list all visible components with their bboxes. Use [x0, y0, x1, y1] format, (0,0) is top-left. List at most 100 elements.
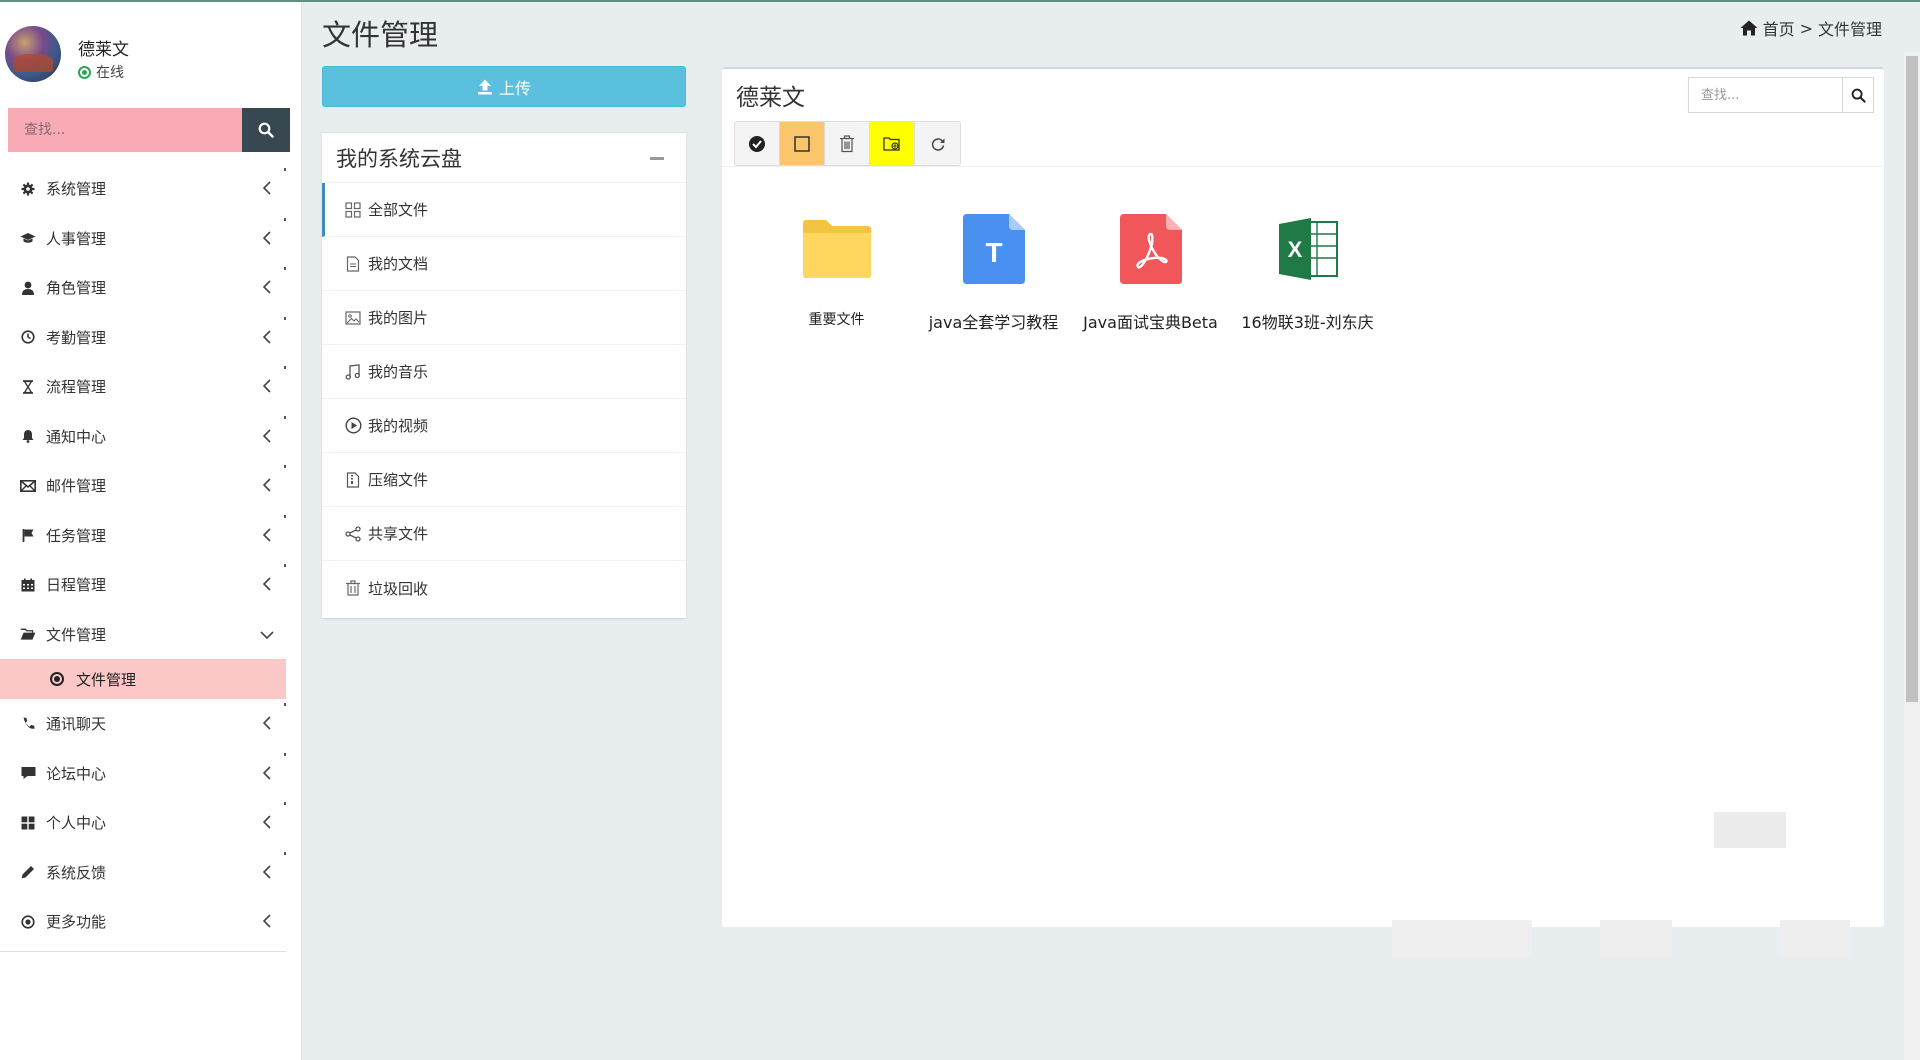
graduation-cap-icon [20, 230, 36, 246]
chevron-left-icon [262, 329, 271, 344]
page-title: 文件管理 [322, 18, 439, 52]
divider-tick [284, 168, 286, 171]
pixelation-artifact [1714, 812, 1786, 848]
divider-tick [284, 564, 286, 567]
sidebar-search-button[interactable] [242, 108, 290, 152]
chevron-left-icon [262, 181, 271, 195]
select-all-button[interactable] [735, 122, 780, 165]
avatar[interactable] [5, 26, 61, 82]
file-item[interactable]: T java全套学习教程 [915, 209, 1072, 333]
breadcrumb-separator: > [1799, 18, 1813, 38]
file-browser-title: 德莱文 [736, 85, 805, 111]
sidebar-item-label: 角色管理 [46, 279, 107, 298]
file-item[interactable]: Java面试宝典Beta [1072, 209, 1229, 333]
refresh-button[interactable] [915, 122, 960, 165]
folder-item-music[interactable]: 我的音乐 [322, 345, 686, 399]
folder-icon [797, 209, 877, 289]
sidebar-item-forum[interactable]: 论坛中心 [0, 749, 286, 799]
folder-item-label: 我的文档 [368, 255, 429, 273]
gear-icon [20, 181, 36, 197]
folder-item-label: 我的音乐 [368, 363, 429, 381]
folder-item-label: 压缩文件 [368, 471, 429, 489]
sidebar-item-hr[interactable]: 人事管理 [0, 214, 286, 264]
sidebar-item-more[interactable]: 更多功能 [0, 897, 286, 947]
search-icon [258, 122, 274, 138]
home-icon[interactable] [1740, 20, 1758, 36]
sidebar-item-mail[interactable]: 邮件管理 [0, 461, 286, 511]
bell-icon [20, 428, 36, 444]
chevron-left-icon [262, 716, 271, 730]
sidebar-item-feedback[interactable]: 系统反馈 [0, 848, 286, 898]
cloud-drive-panel: 我的系统云盘 全部文件 我的文档 我的图片 我的音乐 我的视频 压缩文件 共享文… [322, 132, 686, 618]
chevron-down-icon [260, 630, 274, 639]
music-icon [344, 363, 362, 381]
upload-button[interactable]: 上传 [322, 66, 686, 107]
sidebar-item-label: 人事管理 [46, 229, 107, 248]
sidebar-item-tasks[interactable]: 任务管理 [0, 511, 286, 561]
delete-button[interactable] [825, 122, 870, 165]
file-toolbar [734, 121, 961, 166]
chevron-left-icon [262, 428, 271, 443]
file-item[interactable]: X 16物联3班-刘东庆 [1229, 209, 1386, 333]
sidebar-item-label: 通讯聊天 [46, 715, 107, 734]
sidebar-item-profile[interactable]: 个人中心 [0, 798, 286, 848]
sidebar-item-notifications[interactable]: 通知中心 [0, 412, 286, 462]
divider-tick [284, 465, 286, 468]
sidebar-subitem-file-management[interactable]: 文件管理 [0, 659, 286, 699]
zip-icon [344, 471, 362, 489]
file-grid: 重要文件 T java全套学习教程 Java面试宝典Beta X 16物联3班-… [758, 209, 1386, 333]
user-panel: 德莱文 在线 [0, 2, 302, 94]
text-document-icon: T [954, 209, 1034, 289]
file-search-input[interactable] [1688, 77, 1842, 113]
sidebar-item-label: 论坛中心 [46, 764, 107, 783]
grid-icon [20, 815, 36, 831]
envelope-icon [20, 478, 36, 494]
sidebar-item-schedule[interactable]: 日程管理 [0, 560, 286, 610]
folder-item-archives[interactable]: 压缩文件 [322, 453, 686, 507]
file-item[interactable]: 重要文件 [758, 209, 915, 333]
sidebar-search-input[interactable] [8, 108, 242, 152]
phone-icon [20, 716, 36, 732]
folder-item-label: 我的图片 [368, 309, 429, 327]
sidebar-item-label: 任务管理 [46, 526, 107, 545]
file-toolbar-row [722, 121, 1884, 167]
sidebar-item-roles[interactable]: 角色管理 [0, 263, 286, 313]
folder-item-videos[interactable]: 我的视频 [322, 399, 686, 453]
upload-button-label: 上传 [498, 80, 531, 98]
page-scrollbar[interactable] [1904, 52, 1920, 1060]
folder-item-documents[interactable]: 我的文档 [322, 237, 686, 291]
folder-item-images[interactable]: 我的图片 [322, 291, 686, 345]
check-circle-icon [749, 135, 765, 152]
online-status-icon [78, 65, 91, 79]
trash-icon [344, 579, 362, 597]
scrollbar-thumb[interactable] [1906, 56, 1918, 702]
folder-item-label: 共享文件 [368, 525, 429, 543]
new-folder-button[interactable] [870, 122, 915, 165]
refresh-icon [931, 137, 944, 151]
folder-item-all-files[interactable]: 全部文件 [322, 183, 686, 237]
sidebar-item-label: 系统反馈 [46, 863, 107, 882]
deselect-button[interactable] [780, 122, 825, 165]
divider-tick [284, 316, 286, 320]
folder-item-shared[interactable]: 共享文件 [322, 507, 686, 561]
sidebar-item-workflow[interactable]: 流程管理 [0, 362, 286, 412]
user-name: 德莱文 [78, 40, 129, 60]
collapse-button[interactable] [650, 157, 664, 160]
breadcrumb-current: 文件管理 [1817, 20, 1882, 39]
sidebar-item-chat[interactable]: 通讯聊天 [0, 699, 286, 749]
folder-item-trash[interactable]: 垃圾回收 [322, 561, 686, 615]
chevron-left-icon [262, 379, 271, 393]
sidebar-item-label: 个人中心 [46, 814, 107, 833]
file-search-button[interactable] [1842, 77, 1874, 113]
sidebar: 德莱文 在线 系统管理 人事管理 [0, 2, 302, 1060]
dot-circle-icon [50, 672, 64, 686]
breadcrumb-home-link[interactable]: 首页 [1763, 16, 1795, 40]
divider-tick [284, 366, 286, 369]
sidebar-item-files[interactable]: 文件管理 [0, 610, 286, 660]
user-icon [20, 280, 36, 296]
sidebar-item-label: 流程管理 [46, 378, 107, 397]
sidebar-item-attendance[interactable]: 考勤管理 [0, 313, 286, 363]
divider-tick [284, 217, 286, 221]
sidebar-item-system[interactable]: 系统管理 [0, 164, 286, 214]
pixelation-artifact [1392, 920, 1532, 958]
